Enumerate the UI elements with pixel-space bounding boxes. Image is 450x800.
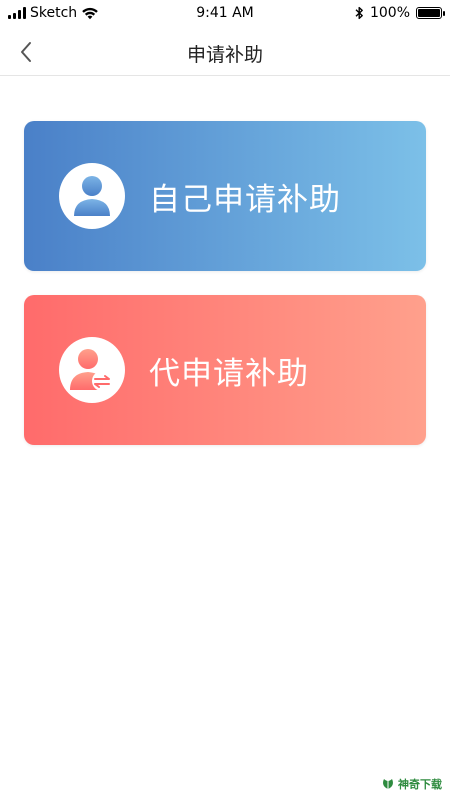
battery-icon bbox=[416, 7, 445, 19]
self-apply-label: 自己申请补助 bbox=[149, 181, 341, 218]
watermark: 神奇下载 bbox=[381, 776, 442, 792]
proxy-apply-button[interactable]: 代申请补助 bbox=[24, 295, 426, 445]
self-apply-button[interactable]: 自己申请补助 bbox=[24, 121, 426, 271]
avatar bbox=[59, 163, 125, 229]
status-bar-right: 100% bbox=[355, 5, 445, 21]
avatar bbox=[59, 337, 125, 403]
battery-percent: 100% bbox=[369, 5, 410, 21]
watermark-text: 神奇下载 bbox=[398, 778, 442, 791]
user-transfer-icon bbox=[70, 349, 112, 391]
nav-bar: 申请补助 bbox=[0, 28, 450, 76]
leaf-logo-icon bbox=[383, 779, 393, 789]
user-icon bbox=[74, 176, 110, 216]
bluetooth-icon bbox=[355, 6, 363, 20]
battery-level bbox=[418, 9, 440, 17]
status-bar: Sketch 9:41 AM 100% bbox=[0, 0, 450, 28]
proxy-apply-label: 代申请补助 bbox=[149, 355, 309, 392]
page-title: 申请补助 bbox=[186, 44, 263, 66]
